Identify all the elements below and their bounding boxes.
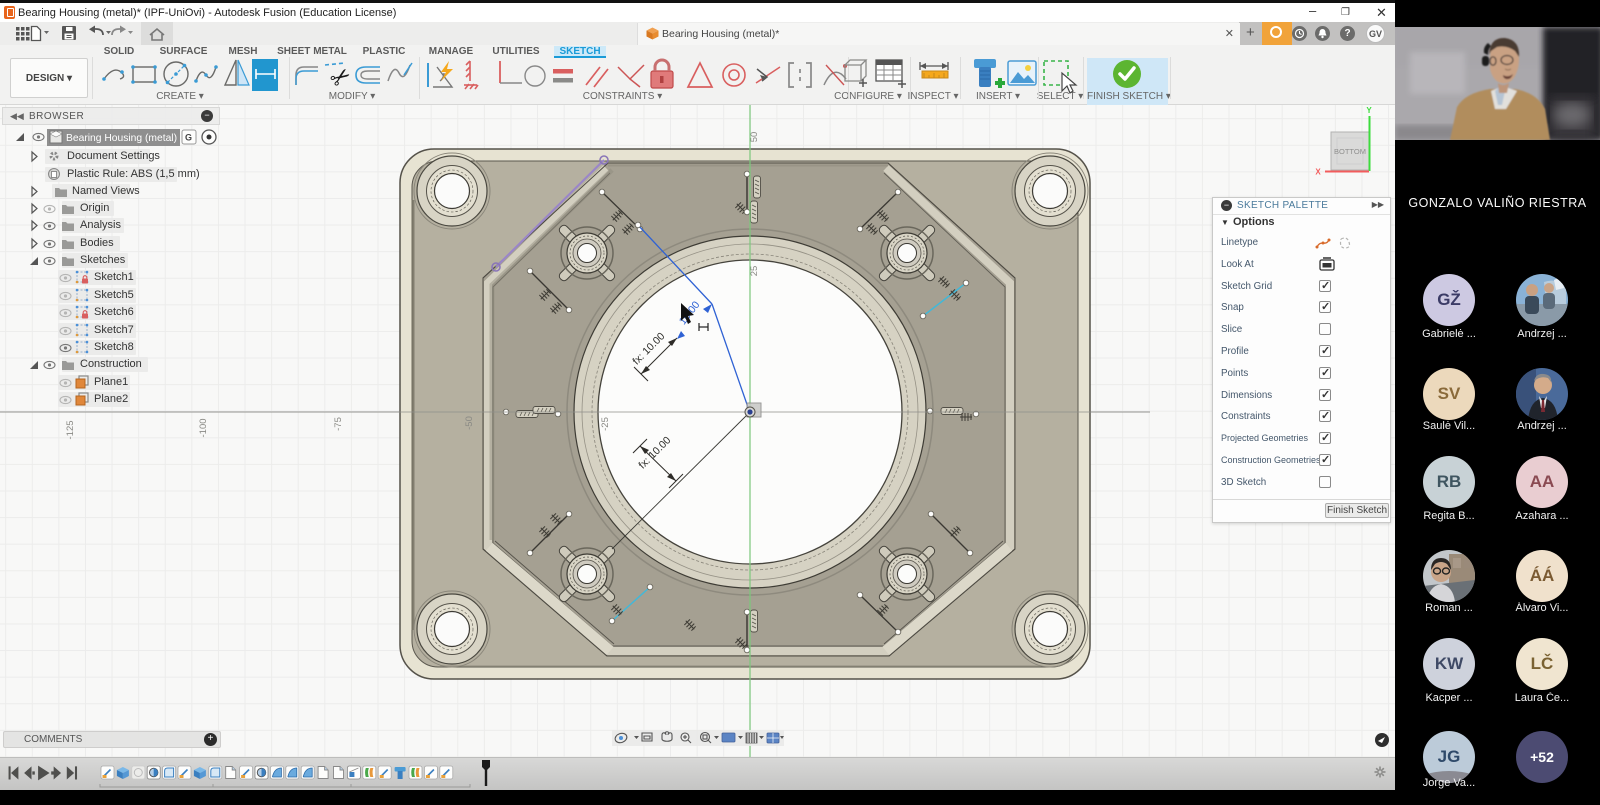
svg-text:G: G	[185, 133, 192, 143]
svg-text:25: 25	[749, 266, 760, 277]
svg-text:-50: -50	[464, 416, 475, 430]
svg-text:-75: -75	[333, 417, 344, 431]
svg-text:✂: ✂	[325, 61, 357, 95]
svg-text:Bearing Housing (metal): Bearing Housing (metal)	[66, 133, 177, 144]
svg-text:X: X	[1315, 168, 1321, 177]
svg-text:BOTTOM: BOTTOM	[1334, 147, 1366, 156]
svg-text:Y: Y	[1366, 106, 1372, 115]
svg-text:-25: -25	[600, 417, 611, 431]
svg-text:50: 50	[749, 132, 760, 143]
